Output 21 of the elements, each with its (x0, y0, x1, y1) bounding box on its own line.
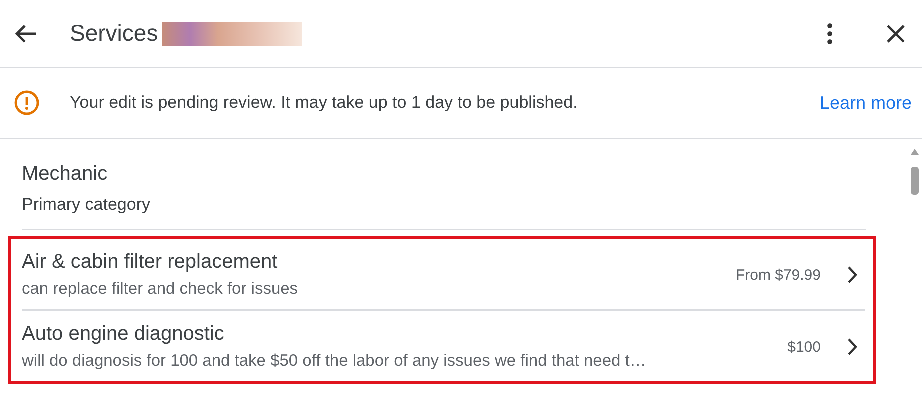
learn-more-link[interactable]: Learn more (820, 92, 912, 114)
scroll-up-icon[interactable] (911, 149, 919, 155)
service-row[interactable]: Air & cabin filter replacement can replace filter and check for issues From $79.99 (22, 239, 865, 309)
service-price: From $79.99 (736, 266, 821, 284)
scrollbar-thumb[interactable] (911, 167, 919, 195)
close-icon[interactable] (887, 24, 905, 42)
service-description: will do diagnosis for 100 and take $50 off the labor of any issues we find that need t… (22, 352, 648, 371)
category-name: Mechanic (22, 163, 109, 186)
notice-message: Your edit is pending review. It may take up to 1 day to be published. (70, 93, 579, 113)
service-row[interactable]: Auto engine diagnostic will do diagnosis for 100 and take $50 off the labor of any issues we find that need t… $100 (22, 309, 865, 381)
back-arrow-icon[interactable] (15, 24, 37, 44)
service-name: Auto engine diagnostic (22, 323, 226, 346)
chevron-right-icon (847, 266, 858, 284)
more-options-icon[interactable] (827, 22, 833, 44)
service-name: Air & cabin filter replacement (22, 251, 279, 274)
category-label: Primary category (22, 195, 152, 215)
page-title: Services (70, 20, 158, 47)
service-price: $100 (788, 338, 821, 356)
chevron-right-icon (847, 338, 858, 356)
warning-icon (14, 90, 40, 116)
service-description: can replace filter and check for issues (22, 280, 300, 299)
